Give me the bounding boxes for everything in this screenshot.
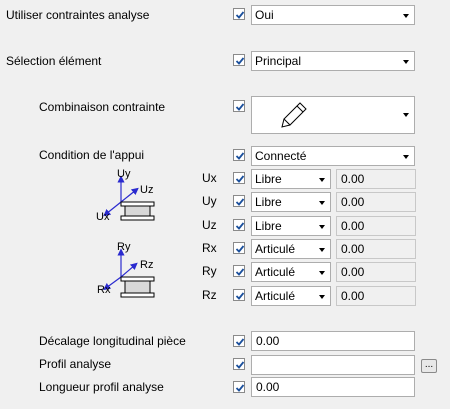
dof-checkbox[interactable]: [233, 242, 245, 254]
element-selection-value: Principal: [255, 54, 302, 68]
element-selection-label: Sélection élément: [6, 54, 102, 68]
dof-dropdown-value: Libre: [255, 172, 282, 186]
axis-label-rx: Rx: [97, 284, 111, 296]
checkmark-icon: [235, 103, 245, 111]
dof-label: Uy: [202, 194, 217, 208]
dof-dropdown-value: Articulé: [255, 265, 296, 279]
dof-label: Ry: [202, 264, 217, 278]
dof-value: 0.00: [341, 195, 365, 209]
support-condition-value: Connecté: [255, 149, 307, 163]
axis-label-uy: Uy: [117, 168, 131, 180]
checkmark-icon: [235, 361, 245, 369]
dof-value: 0.00: [341, 219, 365, 233]
checkmark-icon: [235, 384, 245, 392]
checkmark-icon: [235, 11, 245, 19]
dof-dropdown[interactable]: Libre: [251, 169, 331, 189]
support-condition-label: Condition de l'appui: [39, 148, 145, 162]
dof-dropdown-value: Articulé: [255, 242, 296, 256]
dof-value-field[interactable]: 0.00: [336, 169, 416, 189]
analysis-profile-length-input[interactable]: 0.00: [251, 377, 415, 397]
axis-label-ux: Ux: [96, 211, 110, 223]
chevron-down-icon: [319, 225, 325, 229]
checkmark-icon: [235, 198, 245, 206]
pencil-icon: [281, 102, 307, 128]
element-selection-checkbox[interactable]: [233, 54, 245, 66]
analysis-profile-input[interactable]: [251, 355, 415, 375]
constraint-combination-dropdown[interactable]: [251, 96, 415, 134]
translation-axes-diagram: Uy Uz Ux: [88, 166, 168, 228]
dof-value: 0.00: [341, 242, 365, 256]
use-constraints-dropdown[interactable]: Oui: [251, 5, 415, 25]
analysis-profile-length-checkbox[interactable]: [233, 381, 245, 393]
chevron-down-icon: [403, 60, 409, 64]
axis-label-uz: Uz: [140, 184, 154, 196]
checkmark-icon: [235, 338, 245, 346]
checkmark-icon: [235, 222, 245, 230]
dof-checkbox[interactable]: [233, 289, 245, 301]
analysis-profile-label: Profil analyse: [39, 357, 112, 371]
use-constraints-value: Oui: [255, 8, 274, 22]
dof-dropdown-value: Libre: [255, 195, 282, 209]
axis-label-rz: Rz: [140, 259, 154, 271]
dof-value-field[interactable]: 0.00: [336, 262, 416, 282]
dof-label: Rx: [202, 241, 217, 255]
dof-value-field[interactable]: 0.00: [336, 192, 416, 212]
analysis-profile-length-value: 0.00: [256, 380, 280, 394]
dof-dropdown[interactable]: Articulé: [251, 239, 331, 259]
chevron-down-icon: [319, 201, 325, 205]
use-constraints-checkbox[interactable]: [233, 8, 245, 20]
chevron-down-icon: [403, 155, 409, 159]
dof-dropdown[interactable]: Articulé: [251, 262, 331, 282]
checkmark-icon: [235, 152, 245, 160]
checkmark-icon: [235, 57, 245, 65]
dof-label: Rz: [202, 288, 217, 302]
chevron-down-icon: [319, 295, 325, 299]
dof-checkbox[interactable]: [233, 265, 245, 277]
chevron-down-icon: [403, 14, 409, 18]
dof-dropdown-value: Articulé: [255, 289, 296, 303]
checkmark-icon: [235, 292, 245, 300]
dof-value: 0.00: [341, 289, 365, 303]
use-constraints-label: Utiliser contraintes analyse: [6, 8, 150, 22]
dof-value: 0.00: [341, 172, 365, 186]
chevron-down-icon: [403, 113, 409, 117]
dof-checkbox[interactable]: [233, 172, 245, 184]
checkmark-icon: [235, 268, 245, 276]
checkmark-icon: [235, 175, 245, 183]
chevron-down-icon: [319, 178, 325, 182]
dof-value-field[interactable]: 0.00: [336, 216, 416, 236]
element-selection-dropdown[interactable]: Principal: [251, 51, 415, 71]
dof-value: 0.00: [341, 265, 365, 279]
checkmark-icon: [235, 245, 245, 253]
longitudinal-offset-value: 0.00: [256, 334, 280, 348]
dof-dropdown[interactable]: Articulé: [251, 286, 331, 306]
longitudinal-offset-checkbox[interactable]: [233, 335, 245, 347]
chevron-down-icon: [319, 248, 325, 252]
longitudinal-offset-input[interactable]: 0.00: [251, 331, 415, 351]
dof-label: Ux: [202, 171, 217, 185]
longitudinal-offset-label: Décalage longitudinal pièce: [39, 334, 186, 348]
dof-label: Uz: [202, 218, 217, 232]
support-condition-dropdown[interactable]: Connecté: [251, 146, 415, 166]
constraint-combination-checkbox[interactable]: [233, 100, 245, 112]
chevron-down-icon: [319, 271, 325, 275]
dof-dropdown[interactable]: Libre: [251, 216, 331, 236]
constraint-combination-label: Combinaison contrainte: [39, 100, 166, 114]
support-condition-checkbox[interactable]: [233, 149, 245, 161]
dof-value-field[interactable]: 0.00: [336, 239, 416, 259]
analysis-profile-checkbox[interactable]: [233, 358, 245, 370]
dof-dropdown-value: Libre: [255, 219, 282, 233]
dof-checkbox[interactable]: [233, 219, 245, 231]
rotation-axes-diagram: Ry Rz Rx: [88, 236, 168, 306]
dof-dropdown[interactable]: Libre: [251, 192, 331, 212]
dof-value-field[interactable]: 0.00: [336, 286, 416, 306]
axis-label-ry: Ry: [117, 241, 131, 253]
browse-button[interactable]: ...: [421, 359, 437, 373]
analysis-profile-length-label: Longueur profil analyse: [39, 380, 164, 394]
dof-checkbox[interactable]: [233, 195, 245, 207]
